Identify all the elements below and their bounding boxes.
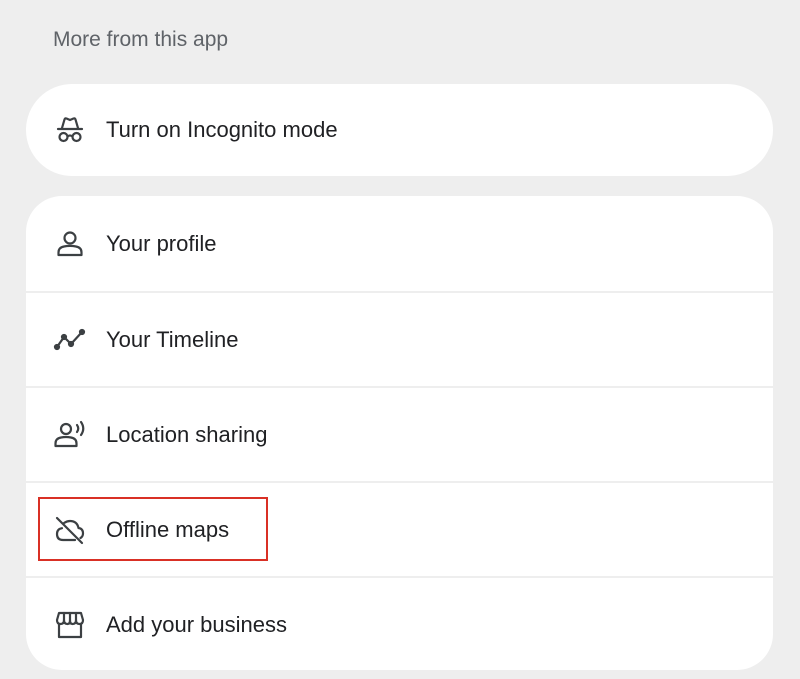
menu-item-add-your-business[interactable]: Add your business	[26, 576, 773, 670]
person-icon	[53, 227, 87, 261]
menu-item-label: Your Timeline	[106, 326, 239, 352]
incognito-mode-label: Turn on Incognito mode	[106, 117, 338, 142]
cloud-off-icon	[53, 513, 87, 547]
timeline-icon	[53, 323, 87, 357]
menu-item-label: Add your business	[106, 611, 287, 637]
menu-item-your-timeline[interactable]: Your Timeline	[26, 291, 773, 386]
menu-item-label: Offline maps	[106, 516, 230, 542]
incognito-icon	[53, 113, 87, 147]
storefront-icon	[53, 608, 87, 642]
menu-card: Your profile Your Timeline Location shar…	[26, 196, 773, 670]
incognito-mode-button[interactable]: Turn on Incognito mode	[26, 84, 773, 176]
incognito-card: Turn on Incognito mode	[26, 84, 773, 176]
menu-item-label: Location sharing	[106, 421, 268, 447]
location-sharing-icon	[53, 418, 87, 452]
menu-item-label: Your profile	[106, 230, 217, 256]
section-title: More from this app	[53, 28, 229, 51]
menu-item-location-sharing[interactable]: Location sharing	[26, 386, 773, 481]
menu-item-offline-maps[interactable]: Offline maps	[26, 481, 773, 576]
menu-item-your-profile[interactable]: Your profile	[26, 196, 773, 291]
